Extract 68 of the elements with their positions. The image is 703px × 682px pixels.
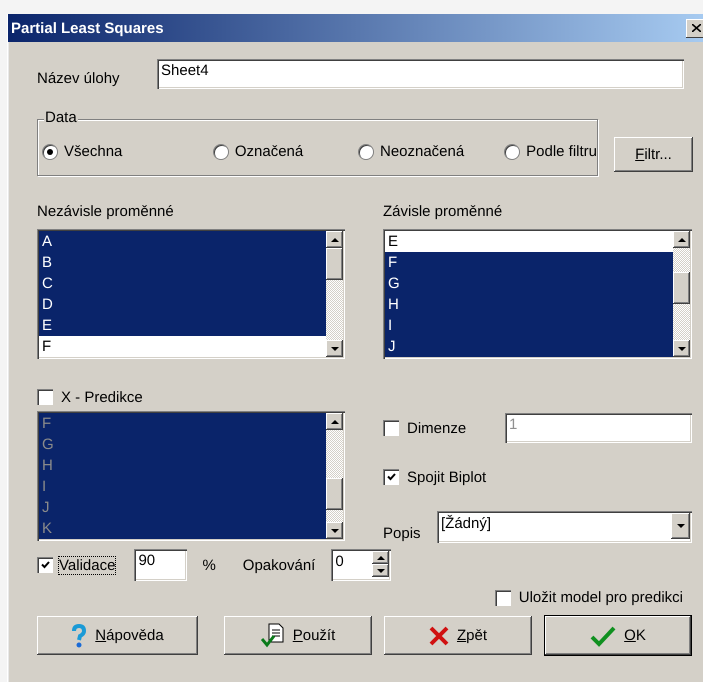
- input-field[interactable]: Sheet4: [157, 59, 684, 89]
- checkbox-label: X - Predikce: [61, 388, 143, 406]
- close-icon: [692, 24, 701, 32]
- list-item[interactable]: A: [39, 231, 326, 252]
- list-item[interactable]: F: [385, 252, 673, 273]
- check-icon: [386, 473, 396, 481]
- radio-option[interactable]: Všechna: [42, 143, 187, 160]
- list-label: Nezávisle proměnné: [37, 203, 175, 222]
- filter-button[interactable]: Filtr...: [614, 137, 693, 172]
- input-field[interactable]: 90: [134, 549, 188, 581]
- dialog-button[interactable]: Použít: [224, 616, 372, 655]
- list-label: Závisle proměnné: [383, 203, 504, 222]
- radio-option[interactable]: Označená: [212, 143, 346, 160]
- radio-option[interactable]: Neoznačená: [358, 143, 492, 160]
- x-mark-icon: [428, 626, 449, 646]
- down-arrow-icon: [678, 346, 686, 350]
- field-label: Popis: [383, 525, 422, 543]
- radio-button[interactable]: [42, 144, 58, 160]
- radio-option[interactable]: Podle filtru: [504, 143, 597, 160]
- list-item[interactable]: J: [385, 336, 673, 357]
- unit-label: %: [202, 556, 216, 574]
- checkbox-label: Dimenze: [407, 420, 468, 436]
- radio-button[interactable]: [212, 144, 229, 160]
- list-item[interactable]: H: [385, 294, 673, 315]
- scroll-up-button[interactable]: [673, 231, 690, 248]
- checkbox-label: Uložit model pro predikci: [518, 589, 683, 606]
- list-item[interactable]: D: [39, 294, 326, 315]
- list-item[interactable]: C: [39, 273, 326, 294]
- dialog-button[interactable]: Nápověda: [37, 616, 198, 655]
- checkbox-label: Spojit Biplot: [407, 468, 486, 486]
- list-item[interactable]: B: [39, 252, 326, 273]
- up-arrow-icon: [678, 238, 686, 242]
- down-arrow-icon: [330, 346, 338, 350]
- question-mark-icon: [71, 624, 88, 648]
- radio-button[interactable]: [358, 144, 374, 160]
- up-arrow-icon: [330, 420, 338, 424]
- check-icon: [40, 561, 50, 569]
- dialog-button[interactable]: OK: [545, 616, 691, 655]
- document-check-icon: [260, 622, 285, 648]
- checkbox[interactable]: [383, 469, 399, 485]
- field-label: Opakování: [242, 556, 316, 574]
- checkbox[interactable]: [494, 590, 511, 606]
- checkbox[interactable]: [37, 389, 53, 405]
- dropdown[interactable]: [Žádný]: [437, 511, 692, 543]
- checkbox[interactable]: [37, 557, 53, 573]
- radio-button[interactable]: [504, 144, 520, 160]
- list-box[interactable]: A B C D E F: [37, 229, 345, 359]
- down-arrow-icon: [376, 568, 385, 572]
- field-label: Název úlohy: [37, 70, 121, 89]
- spin-box[interactable]: 0: [331, 549, 392, 581]
- scroll-down-button[interactable]: [673, 340, 690, 357]
- dialog-button[interactable]: Zpět: [384, 616, 532, 655]
- up-arrow-icon: [376, 556, 385, 560]
- window-title: Partial Least Squares: [11, 20, 164, 36]
- checkmark-icon: [590, 624, 616, 646]
- down-arrow-icon: [676, 524, 684, 528]
- down-arrow-icon: [330, 528, 338, 532]
- scroll-up-button[interactable]: [326, 231, 343, 248]
- list-item[interactable]: I: [385, 315, 673, 336]
- list-item[interactable]: G: [385, 273, 673, 294]
- scroll-down-button[interactable]: [326, 340, 343, 357]
- list-box[interactable]: E F G H I J: [383, 229, 692, 359]
- up-arrow-icon: [330, 238, 338, 242]
- checkbox-label: Validace: [59, 556, 116, 574]
- close-button[interactable]: [686, 18, 703, 38]
- scroll-thumb[interactable]: [326, 248, 343, 280]
- list-item[interactable]: E: [39, 315, 326, 336]
- scroll-thumb[interactable]: [673, 272, 690, 304]
